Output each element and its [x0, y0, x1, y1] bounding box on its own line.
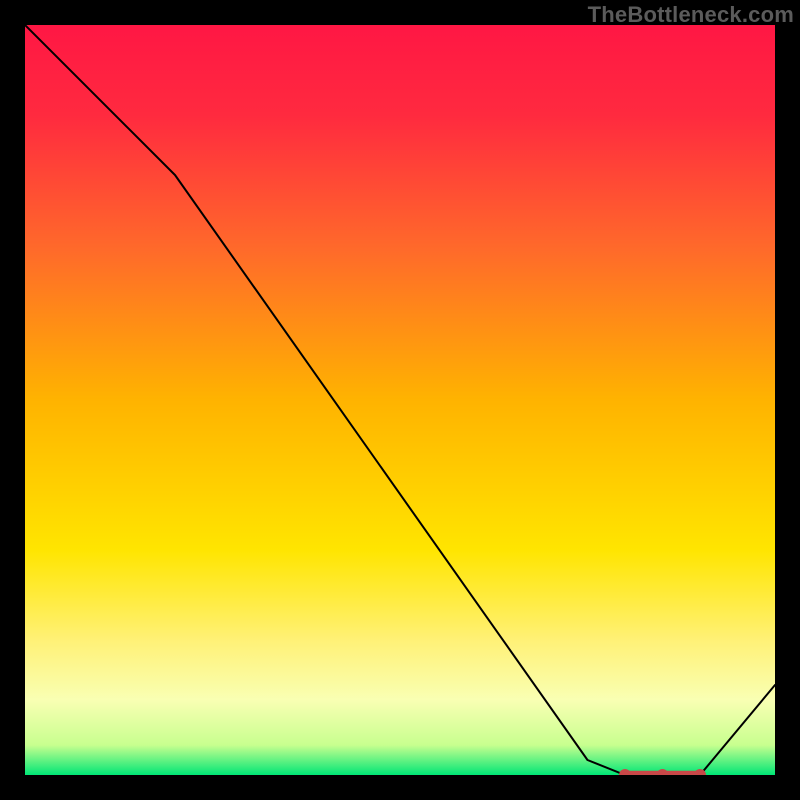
chart-svg [25, 25, 775, 775]
plot-area [25, 25, 775, 775]
chart-frame: TheBottleneck.com [0, 0, 800, 800]
